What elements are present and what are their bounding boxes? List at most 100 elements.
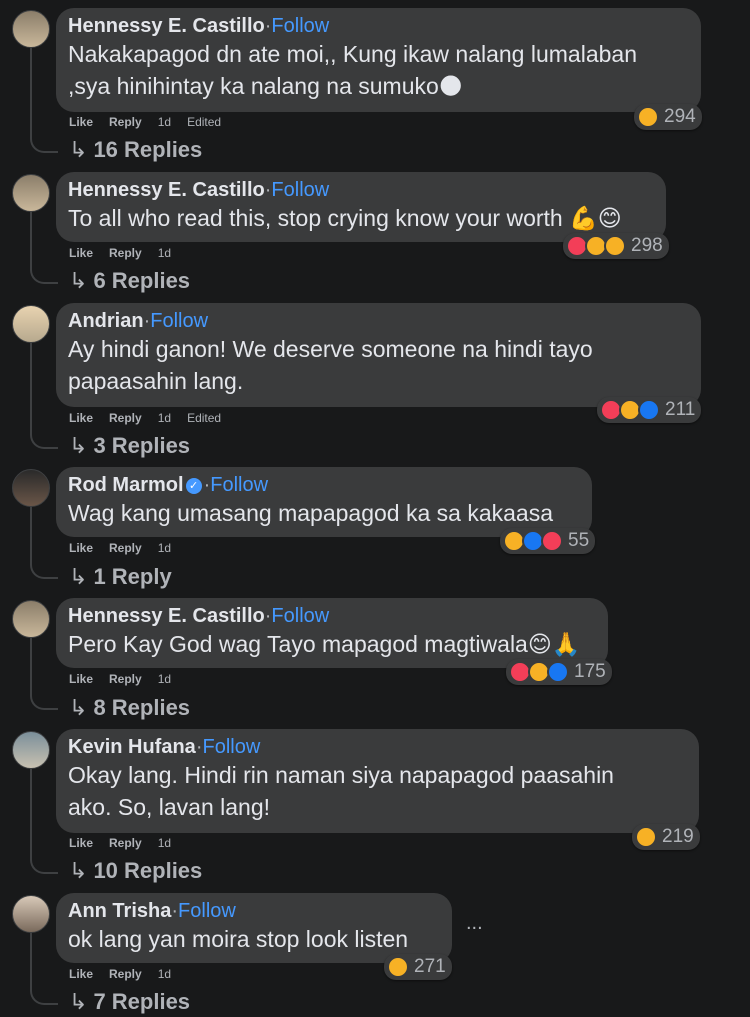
comment-text-line: To all who read this, stop crying know y…	[68, 205, 622, 231]
reaction-count: 175	[574, 661, 606, 682]
comment-text-line: Okay lang. Hindi rin naman siya napapago…	[68, 762, 614, 788]
timestamp[interactable]: 1d	[158, 115, 171, 129]
like-button[interactable]: Like	[69, 115, 93, 129]
timestamp[interactable]: 1d	[158, 836, 171, 850]
comment-bubble: Ann Trisha·Follow ok lang yan moira stop…	[56, 893, 452, 963]
thread-line	[30, 212, 58, 284]
reactions-summary[interactable]: 219	[632, 824, 700, 850]
replies-count-label: 6 Replies	[93, 268, 191, 293]
thread-line	[30, 769, 58, 874]
comment-bubble: Hennessy E. Castillo·Follow Nakakapagod …	[56, 8, 701, 112]
avatar[interactable]	[12, 895, 50, 933]
author-name[interactable]: Hennessy E. Castillo	[68, 605, 265, 627]
like-button[interactable]: Like	[69, 246, 93, 260]
like-reaction-icon	[638, 399, 660, 421]
comment-actions: Like Reply 1d	[69, 246, 187, 260]
like-button[interactable]: Like	[69, 672, 93, 686]
thread-line	[30, 638, 58, 710]
timestamp[interactable]: 1d	[158, 541, 171, 555]
reply-arrow-icon: ↳	[69, 137, 88, 162]
comment-text-line: Nakakapagod dn ate moi,, Kung ikaw nalan…	[68, 41, 637, 67]
reactions-summary[interactable]: 298	[563, 233, 669, 259]
like-button[interactable]: Like	[69, 836, 93, 850]
avatar[interactable]	[12, 305, 50, 343]
reactions-summary[interactable]: 271	[384, 954, 452, 980]
view-replies-link[interactable]: ↳ 6 Replies	[69, 268, 190, 294]
comment-text-line: Wag kang umasang mapapagod ka sa kakaasa	[68, 500, 554, 526]
comment-bubble: Hennessy E. Castillo·Follow Pero Kay God…	[56, 598, 608, 668]
reply-arrow-icon: ↳	[69, 989, 88, 1014]
more-options-button[interactable]: ...	[466, 912, 483, 935]
author-name[interactable]: Ann Trisha	[68, 900, 171, 922]
reply-button[interactable]: Reply	[109, 115, 142, 129]
timestamp[interactable]: 1d	[158, 672, 171, 686]
reaction-count: 211	[665, 399, 696, 420]
haha-reaction-icon	[387, 956, 409, 978]
like-button[interactable]: Like	[69, 541, 93, 555]
reply-button[interactable]: Reply	[109, 541, 142, 555]
author-name[interactable]: Rod Marmol	[68, 474, 184, 496]
follow-link[interactable]: Follow	[202, 736, 260, 758]
comment-text-line: ako. So, lavan lang!	[68, 794, 271, 820]
author-name[interactable]: Hennessy E. Castillo	[68, 179, 265, 201]
edited-label: Edited	[187, 411, 222, 425]
view-replies-link[interactable]: ↳ 3 Replies	[69, 433, 190, 459]
follow-link[interactable]: Follow	[271, 605, 329, 627]
avatar[interactable]	[12, 10, 50, 48]
reaction-count: 294	[664, 106, 696, 127]
reaction-count: 55	[568, 530, 590, 551]
timestamp[interactable]: 1d	[158, 967, 171, 981]
like-button[interactable]: Like	[69, 411, 93, 425]
reply-button[interactable]: Reply	[109, 967, 142, 981]
reply-arrow-icon: ↳	[69, 695, 88, 720]
reply-button[interactable]: Reply	[109, 246, 142, 260]
avatar[interactable]	[12, 600, 50, 638]
reply-arrow-icon: ↳	[69, 858, 88, 883]
thread-line	[30, 48, 58, 153]
replies-count-label: 16 Replies	[93, 137, 203, 162]
view-replies-link[interactable]: ↳ 7 Replies	[69, 989, 190, 1015]
reactions-summary[interactable]: 55	[500, 528, 596, 554]
comment-bubble: Rod Marmol ✓ ·Follow Wag kang umasang mapa…	[56, 467, 592, 537]
avatar[interactable]	[12, 469, 50, 507]
reply-arrow-icon: ↳	[69, 268, 88, 293]
comment-actions: Like Reply 1d	[69, 967, 187, 981]
author-name[interactable]: Hennessy E. Castillo	[68, 15, 265, 37]
avatar[interactable]	[12, 731, 50, 769]
edited-label: Edited	[187, 115, 222, 129]
comment-actions: Like Reply 1d Edited	[69, 115, 237, 129]
reply-arrow-icon: ↳	[69, 564, 88, 589]
author-name[interactable]: Kevin Hufana	[68, 736, 196, 758]
author-name[interactable]: Andrian	[68, 310, 144, 332]
reply-button[interactable]: Reply	[109, 836, 142, 850]
reaction-count: 219	[662, 826, 694, 847]
replies-count-label: 10 Replies	[93, 858, 203, 883]
follow-link[interactable]: Follow	[178, 900, 236, 922]
comment-text-line: ok lang yan moira stop look listen	[68, 926, 409, 952]
timestamp[interactable]: 1d	[158, 246, 171, 260]
reactions-summary[interactable]: 211	[597, 397, 702, 423]
view-replies-link[interactable]: ↳ 16 Replies	[69, 137, 202, 163]
thread-line	[30, 933, 58, 1005]
follow-link[interactable]: Follow	[271, 15, 329, 37]
timestamp[interactable]: 1d	[158, 411, 171, 425]
follow-link[interactable]: Follow	[210, 474, 268, 496]
view-replies-link[interactable]: ↳ 8 Replies	[69, 695, 190, 721]
comment-text-line: Pero Kay God wag Tayo mapagod magtiwala😊…	[68, 631, 581, 657]
follow-link[interactable]: Follow	[150, 310, 208, 332]
replies-count-label: 7 Replies	[93, 989, 191, 1014]
reactions-summary[interactable]: 175	[506, 659, 612, 685]
reactions-summary[interactable]: 294	[634, 104, 702, 130]
reply-button[interactable]: Reply	[109, 411, 142, 425]
comment-actions: Like Reply 1d	[69, 672, 187, 686]
comment-text-line: Ay hindi ganon! We deserve someone na hi…	[68, 336, 593, 362]
view-replies-link[interactable]: ↳ 1 Reply	[69, 564, 172, 590]
comment-actions: Like Reply 1d	[69, 541, 187, 555]
like-button[interactable]: Like	[69, 967, 93, 981]
view-replies-link[interactable]: ↳ 10 Replies	[69, 858, 202, 884]
sad-reaction-icon	[604, 235, 626, 257]
avatar[interactable]	[12, 174, 50, 212]
follow-link[interactable]: Follow	[271, 179, 329, 201]
reaction-count: 271	[414, 956, 446, 977]
reply-button[interactable]: Reply	[109, 672, 142, 686]
